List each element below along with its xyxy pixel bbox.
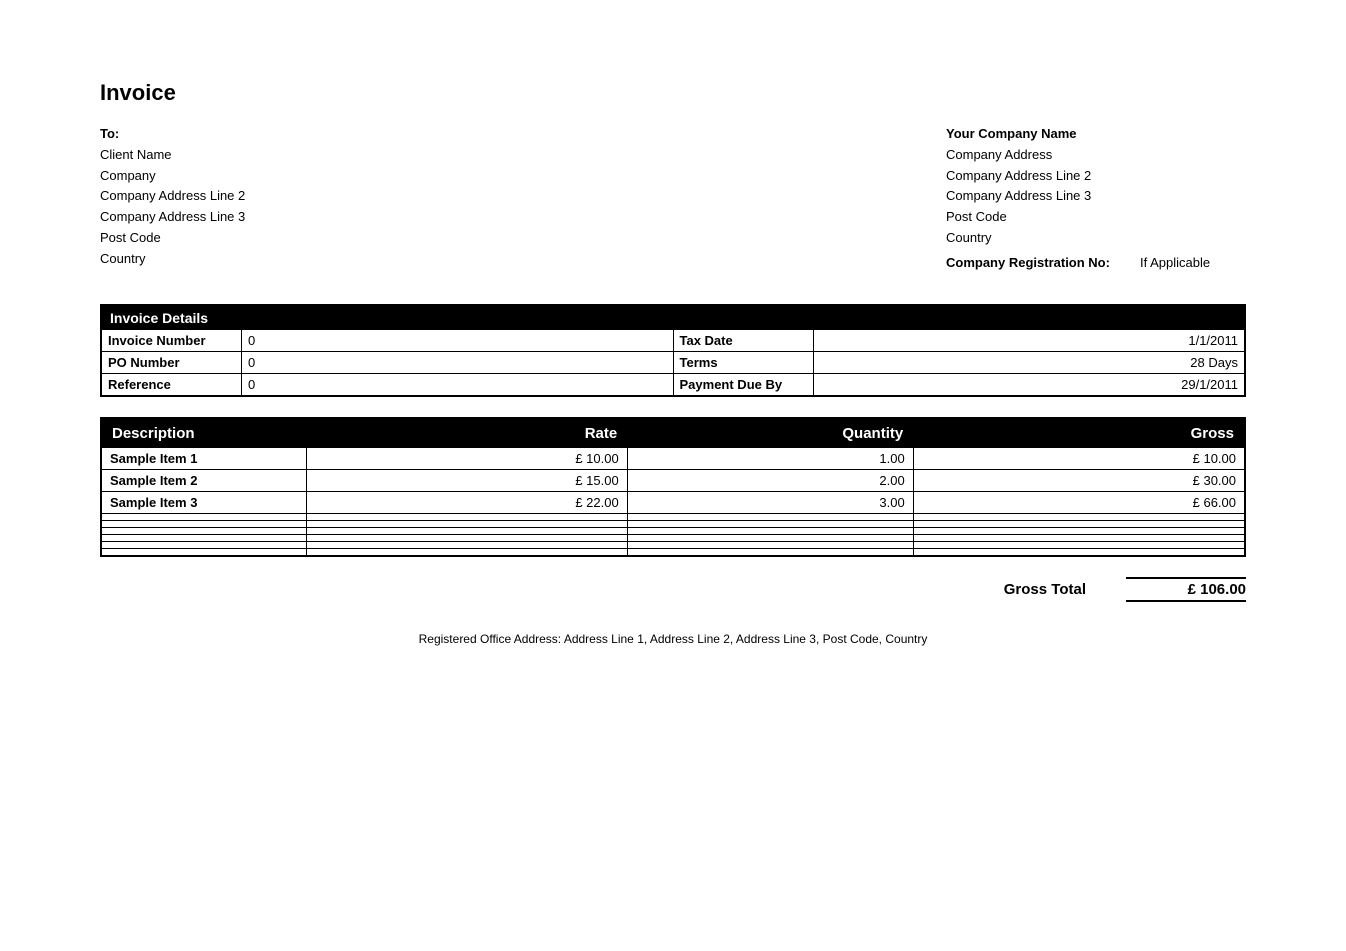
your-company-address: Company Address [946, 145, 1246, 166]
item-gross: £ 10.00 [913, 448, 1245, 470]
item-rate [307, 541, 627, 548]
item-description [101, 534, 307, 541]
item-gross: £ 30.00 [913, 469, 1245, 491]
client-address-line2: Company Address Line 2 [100, 186, 245, 207]
invoice-title: Invoice [100, 80, 1246, 106]
to-label: To: [100, 124, 245, 145]
item-quantity [627, 534, 913, 541]
client-address-line3: Company Address Line 3 [100, 207, 245, 228]
table-row [101, 548, 1245, 556]
payment-due-label: Payment Due By [674, 374, 814, 395]
details-left: Invoice Number 0 PO Number 0 Reference 0 [102, 330, 674, 395]
company-block: Your Company Name Company Address Compan… [946, 124, 1246, 274]
client-post-code: Post Code [100, 228, 245, 249]
invoice-details-section: Invoice Details Invoice Number 0 PO Numb… [100, 304, 1246, 397]
col-rate: Rate [307, 418, 627, 448]
col-gross: Gross [913, 418, 1245, 448]
col-description: Description [101, 418, 307, 448]
terms-row: Terms 28 Days [674, 352, 1245, 374]
item-quantity [627, 520, 913, 527]
to-block: To: Client Name Company Company Address … [100, 124, 245, 274]
reference-row: Reference 0 [102, 374, 673, 395]
item-gross [913, 548, 1245, 556]
item-quantity: 2.00 [627, 469, 913, 491]
item-gross [913, 534, 1245, 541]
tax-date-label: Tax Date [674, 330, 814, 351]
item-description [101, 520, 307, 527]
tax-date-value: 1/1/2011 [814, 330, 1245, 351]
client-country: Country [100, 249, 245, 270]
invoice-number-row: Invoice Number 0 [102, 330, 673, 352]
item-description [101, 513, 307, 520]
po-number-label: PO Number [102, 352, 242, 373]
gross-total-label: Gross Total [1004, 581, 1086, 598]
item-quantity: 1.00 [627, 448, 913, 470]
po-number-value: 0 [242, 352, 673, 373]
payment-due-value: 29/1/2011 [814, 374, 1245, 395]
company-reg-label: Company Registration No: [946, 253, 1110, 274]
client-company: Company [100, 166, 245, 187]
gross-total-value: £ 106.00 [1126, 577, 1246, 602]
details-right: Tax Date 1/1/2011 Terms 28 Days Payment … [674, 330, 1245, 395]
table-row: Sample Item 2£ 15.002.00£ 30.00 [101, 469, 1245, 491]
payment-due-row: Payment Due By 29/1/2011 [674, 374, 1245, 395]
gross-total-section: Gross Total £ 106.00 [100, 577, 1246, 602]
tax-date-row: Tax Date 1/1/2011 [674, 330, 1245, 352]
item-rate [307, 534, 627, 541]
page: Invoice To: Client Name Company Company … [0, 0, 1346, 951]
your-company-post-code: Post Code [946, 207, 1246, 228]
table-row: Sample Item 3£ 22.003.00£ 66.00 [101, 491, 1245, 513]
invoice-details-body: Invoice Number 0 PO Number 0 Reference 0… [102, 330, 1244, 395]
reference-value: 0 [242, 374, 673, 395]
terms-value: 28 Days [814, 352, 1245, 373]
your-company-address-line3: Company Address Line 3 [946, 186, 1246, 207]
company-reg-value: If Applicable [1140, 253, 1210, 274]
table-row [101, 534, 1245, 541]
item-quantity [627, 527, 913, 534]
item-rate [307, 513, 627, 520]
items-table-header-row: Description Rate Quantity Gross [101, 418, 1245, 448]
footer: Registered Office Address: Address Line … [100, 632, 1246, 646]
item-description [101, 548, 307, 556]
table-row [101, 527, 1245, 534]
item-gross [913, 541, 1245, 548]
item-quantity [627, 541, 913, 548]
item-description: Sample Item 1 [101, 448, 307, 470]
invoice-number-value: 0 [242, 330, 673, 351]
item-gross: £ 66.00 [913, 491, 1245, 513]
item-description: Sample Item 3 [101, 491, 307, 513]
item-rate [307, 548, 627, 556]
item-description [101, 527, 307, 534]
item-quantity: 3.00 [627, 491, 913, 513]
invoice-details-header: Invoice Details [102, 306, 1244, 330]
item-rate [307, 527, 627, 534]
invoice-number-label: Invoice Number [102, 330, 242, 351]
reference-label: Reference [102, 374, 242, 395]
your-company-address-line2: Company Address Line 2 [946, 166, 1246, 187]
terms-label: Terms [674, 352, 814, 373]
item-quantity [627, 548, 913, 556]
item-gross [913, 527, 1245, 534]
item-rate: £ 15.00 [307, 469, 627, 491]
table-row [101, 541, 1245, 548]
item-rate [307, 520, 627, 527]
table-row: Sample Item 1£ 10.001.00£ 10.00 [101, 448, 1245, 470]
item-rate: £ 10.00 [307, 448, 627, 470]
po-number-row: PO Number 0 [102, 352, 673, 374]
item-description [101, 541, 307, 548]
item-rate: £ 22.00 [307, 491, 627, 513]
table-row [101, 513, 1245, 520]
table-row [101, 520, 1245, 527]
col-quantity: Quantity [627, 418, 913, 448]
item-description: Sample Item 2 [101, 469, 307, 491]
item-quantity [627, 513, 913, 520]
item-gross [913, 513, 1245, 520]
items-table: Description Rate Quantity Gross Sample I… [100, 417, 1246, 557]
client-name: Client Name [100, 145, 245, 166]
header-section: To: Client Name Company Company Address … [100, 124, 1246, 274]
company-reg-row: Company Registration No: If Applicable [946, 253, 1246, 274]
item-gross [913, 520, 1245, 527]
your-company-country: Country [946, 228, 1246, 249]
your-company-name: Your Company Name [946, 124, 1246, 145]
